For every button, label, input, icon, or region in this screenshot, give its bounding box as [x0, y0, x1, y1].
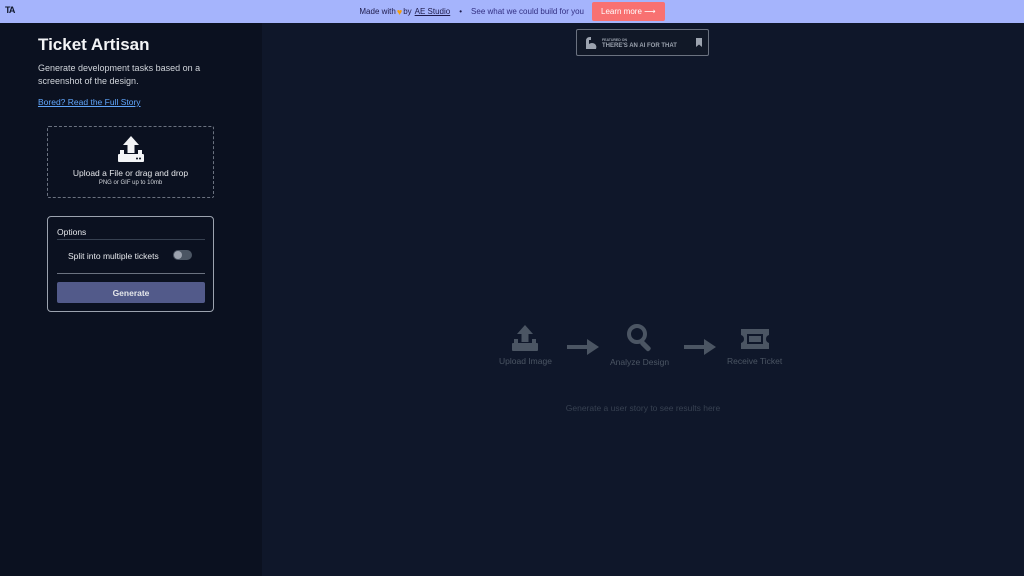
magnifier-icon: [626, 324, 651, 352]
upload-dropzone[interactable]: Upload a File or drag and drop PNG or GI…: [47, 126, 214, 198]
ae-studio-link[interactable]: AE Studio: [415, 7, 451, 16]
upload-label: Upload a File or drag and drop: [72, 168, 189, 178]
step-analyze-design: Analyze Design: [610, 323, 669, 367]
step-upload-image: Upload Image: [499, 324, 552, 366]
arrow-right-icon: [567, 339, 599, 355]
badge-small-text: FEATURED ON: [602, 38, 628, 42]
split-tickets-toggle[interactable]: [173, 250, 192, 260]
banner-tagline: See what we could build for you: [471, 7, 584, 16]
upload-icon: [512, 325, 539, 351]
separator-dot: •: [459, 7, 463, 16]
toggle-knob: [174, 251, 182, 259]
full-story-link[interactable]: Bored? Read the Full Story: [38, 97, 141, 107]
step-label: Receive Ticket: [727, 356, 783, 366]
learn-more-button[interactable]: Learn more ⟶: [592, 2, 665, 21]
step-label: Analyze Design: [610, 357, 670, 367]
bookmark-icon: [696, 38, 702, 47]
options-title: Options: [57, 227, 87, 237]
app-logo[interactable]: TA: [5, 5, 19, 17]
promo-banner: TA Made with ♥ by AE Studio • See what w…: [0, 0, 1024, 23]
arrow-right-icon: [684, 339, 716, 355]
step-receive-ticket: Receive Ticket: [727, 326, 782, 366]
flexed-arm-icon: [586, 37, 597, 49]
empty-state-hint: Generate a user story to see results her…: [565, 403, 721, 413]
sidebar: Ticket Artisan Generate development task…: [0, 23, 262, 576]
page-title: Ticket Artisan: [38, 35, 150, 54]
badge-big-text: THERE'S AN AI FOR THAT: [602, 43, 677, 49]
heart-icon: ♥: [396, 6, 403, 17]
upload-hint: PNG or GIF up to 10mb: [98, 180, 163, 186]
featured-badge[interactable]: FEATURED ON THERE'S AN AI FOR THAT: [576, 29, 709, 56]
results-area: FEATURED ON THERE'S AN AI FOR THAT Uploa…: [262, 23, 1024, 576]
generate-button[interactable]: Generate: [57, 282, 205, 303]
made-with-text: Made with: [359, 7, 396, 16]
page-subtitle: Generate development tasks based on a sc…: [38, 63, 201, 86]
step-label: Upload Image: [499, 356, 552, 366]
by-text: by: [403, 7, 412, 16]
split-tickets-label: Split into multiple tickets: [68, 251, 159, 261]
options-panel: Options Split into multiple tickets Gene…: [47, 216, 214, 312]
upload-icon: [117, 136, 144, 162]
options-divider: [57, 273, 205, 274]
options-divider: [57, 239, 205, 240]
ticket-icon: [740, 329, 769, 349]
